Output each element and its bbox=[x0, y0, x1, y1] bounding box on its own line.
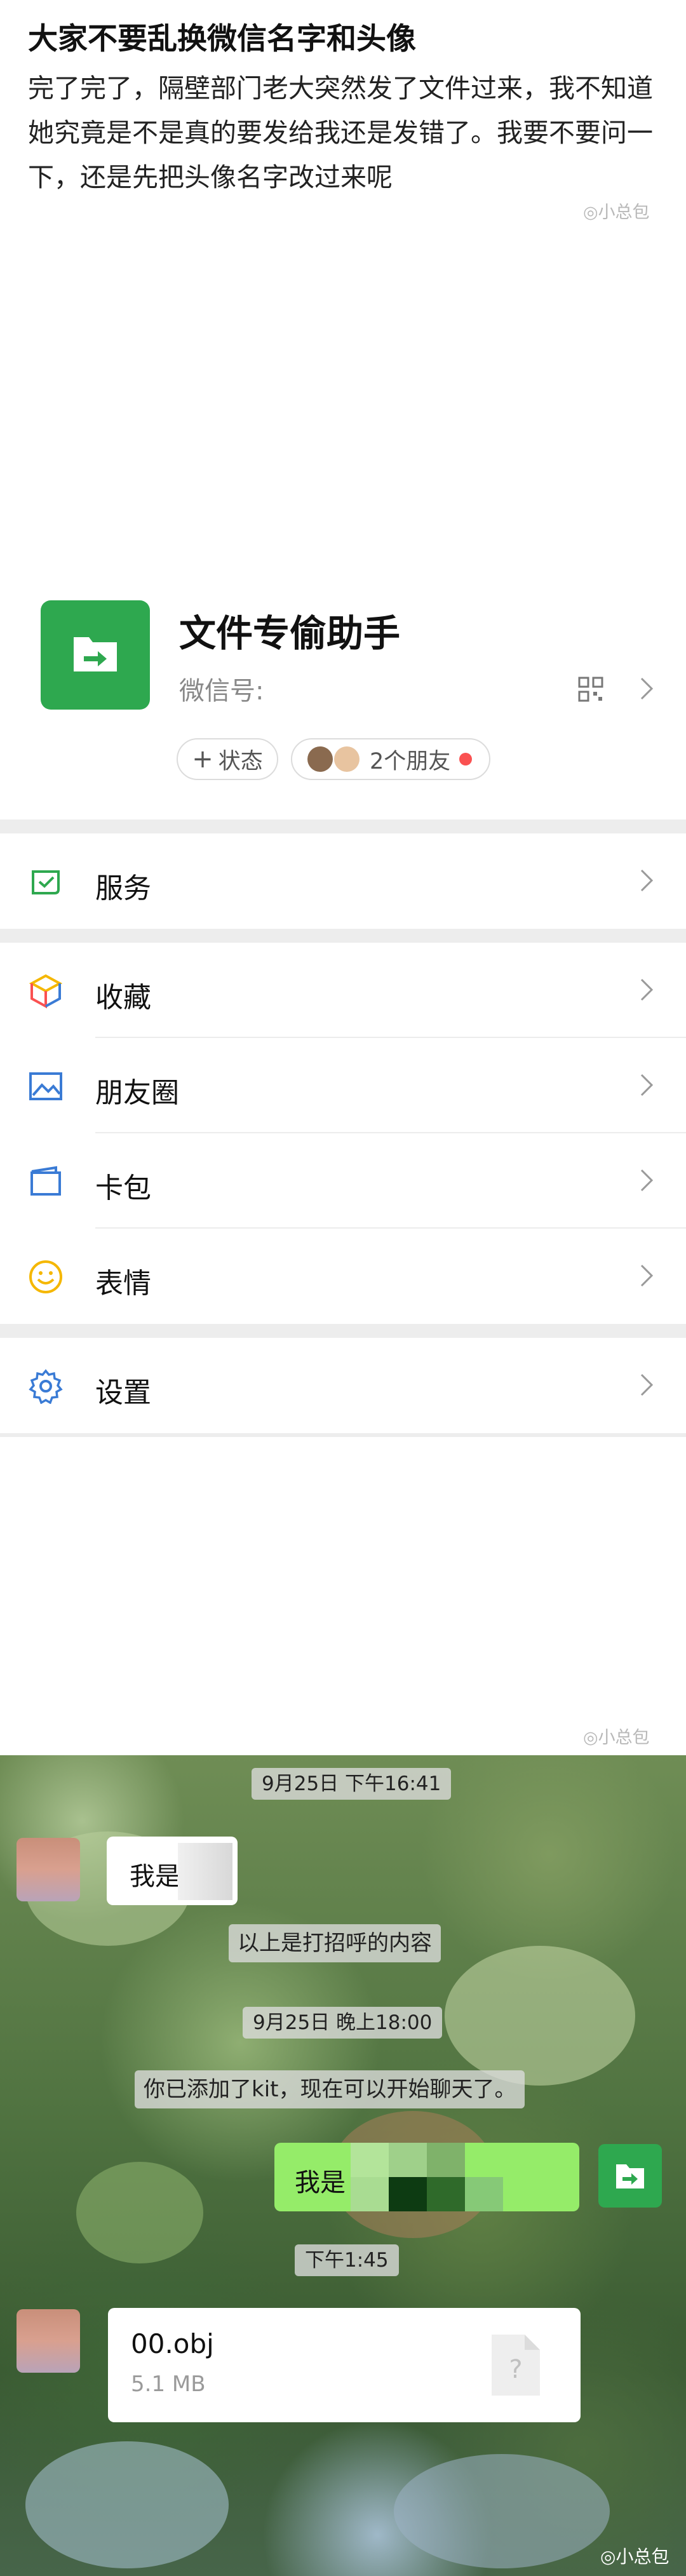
weibo-icon: ◎ bbox=[583, 203, 598, 222]
chevron-right-icon bbox=[640, 869, 654, 892]
notification-dot bbox=[459, 753, 473, 765]
contact-avatar-blurred[interactable] bbox=[17, 1838, 80, 1901]
menu-label: 收藏 bbox=[95, 981, 151, 1014]
profile-name: 文件专偷助手 bbox=[179, 612, 401, 655]
chevron-right-icon bbox=[640, 978, 654, 1001]
folder-arrow-icon bbox=[74, 637, 117, 671]
section-gap bbox=[0, 929, 686, 943]
watermark: ◎小总包 bbox=[583, 203, 650, 222]
menu-item-settings[interactable]: 设置 bbox=[0, 1338, 686, 1433]
chevron-right-icon bbox=[640, 1264, 654, 1287]
system-message: 以上是打招呼的内容 bbox=[229, 1924, 441, 1962]
plus-icon: + bbox=[192, 745, 213, 774]
timestamp: 9月25日 晚上18:00 bbox=[243, 2007, 443, 2039]
section-gap bbox=[0, 1324, 686, 1338]
pixelated-region bbox=[178, 1843, 232, 1900]
menu-item-favorites[interactable]: 收藏 bbox=[0, 943, 686, 1038]
section-gap bbox=[0, 819, 686, 833]
smiley-icon bbox=[29, 1260, 62, 1293]
menu-item-services[interactable]: 服务 bbox=[0, 833, 686, 929]
background-sky bbox=[25, 2441, 229, 2568]
chevron-right-icon bbox=[640, 1373, 654, 1396]
unknown-file-icon: ? bbox=[492, 2335, 540, 2396]
chat-screen: 9月25日 下午16:41 我是 以上是打招呼的内容 9月25日 晚上18:00… bbox=[0, 1755, 686, 2576]
chevron-right-icon[interactable] bbox=[639, 675, 654, 703]
cube-icon bbox=[29, 974, 63, 1009]
weibo-icon: ◎ bbox=[600, 2546, 616, 2567]
post-body: 完了完了，隔壁部门老大突然发了文件过来，我不知道她究竟是不是真的要发给我还是发错… bbox=[28, 73, 653, 192]
contact-avatar-blurred[interactable] bbox=[17, 2309, 80, 2373]
message-bubble-incoming[interactable]: 我是 bbox=[107, 1837, 238, 1905]
profile-avatar[interactable] bbox=[41, 600, 150, 710]
folder-arrow-icon bbox=[616, 2164, 644, 2188]
menu-item-stickers[interactable]: 表情 bbox=[0, 1229, 686, 1324]
friends-button[interactable]: 2个朋友 bbox=[291, 738, 490, 780]
menu-item-cards[interactable]: 卡包 bbox=[0, 1133, 686, 1229]
menu-item-moments[interactable]: 朋友圈 bbox=[0, 1038, 686, 1133]
system-message: 你已添加了kit，现在可以开始聊天了。 bbox=[135, 2070, 525, 2108]
menu-label: 朋友圈 bbox=[95, 1077, 179, 1109]
file-message-card[interactable]: 00.obj 5.1 MB ? bbox=[108, 2308, 581, 2422]
watermark: ◎小总包 bbox=[583, 1728, 650, 1748]
file-size: 5.1 MB bbox=[131, 2371, 206, 2397]
message-text: 我是 bbox=[130, 1862, 180, 1891]
menu-label: 服务 bbox=[95, 872, 151, 905]
post-section: 大家不要乱换微信名字和头像 完了完了，隔壁部门老大突然发了文件过来，我不知道她究… bbox=[0, 0, 686, 575]
qr-code-icon[interactable] bbox=[578, 677, 603, 702]
post-title: 大家不要乱换微信名字和头像 bbox=[28, 22, 416, 57]
message-text: 我是 bbox=[295, 2168, 346, 2197]
watermark: ◎小总包 bbox=[600, 2546, 669, 2567]
wechat-id-label: 微信号: bbox=[179, 677, 264, 706]
background-foliage bbox=[76, 2162, 203, 2263]
my-avatar[interactable] bbox=[598, 2144, 662, 2208]
section-gap bbox=[0, 1433, 686, 1437]
chevron-right-icon bbox=[640, 1169, 654, 1192]
chevron-right-icon bbox=[640, 1074, 654, 1096]
friend-avatar bbox=[334, 746, 360, 772]
background-foliage bbox=[445, 1946, 635, 2086]
menu-label: 设置 bbox=[95, 1377, 151, 1409]
svg-text:?: ? bbox=[509, 2355, 522, 2384]
image-icon bbox=[29, 1072, 62, 1100]
status-button[interactable]: + 状态 bbox=[177, 738, 278, 780]
message-bubble-outgoing[interactable]: 我是 bbox=[274, 2143, 579, 2211]
status-label: 状态 bbox=[218, 748, 263, 774]
menu-label: 表情 bbox=[95, 1267, 151, 1300]
menu-label: 卡包 bbox=[95, 1172, 151, 1204]
timestamp: 下午1:45 bbox=[295, 2244, 399, 2276]
wechat-id: 微信号: bbox=[179, 670, 264, 707]
services-icon bbox=[32, 870, 60, 894]
timestamp: 9月25日 下午16:41 bbox=[252, 1768, 452, 1800]
friend-avatar bbox=[307, 746, 333, 772]
wechat-profile-screen: 文件专偷助手 微信号: + 状态 2个朋友 服务 收藏 朋友圈 卡包 表情 设置… bbox=[0, 575, 686, 1757]
weibo-icon: ◎ bbox=[583, 1728, 598, 1748]
friends-label: 2个朋友 bbox=[370, 748, 451, 774]
background-sky bbox=[394, 2454, 610, 2568]
gear-icon bbox=[29, 1369, 63, 1404]
wallet-icon bbox=[30, 1166, 61, 1196]
file-name: 00.obj bbox=[131, 2328, 214, 2359]
